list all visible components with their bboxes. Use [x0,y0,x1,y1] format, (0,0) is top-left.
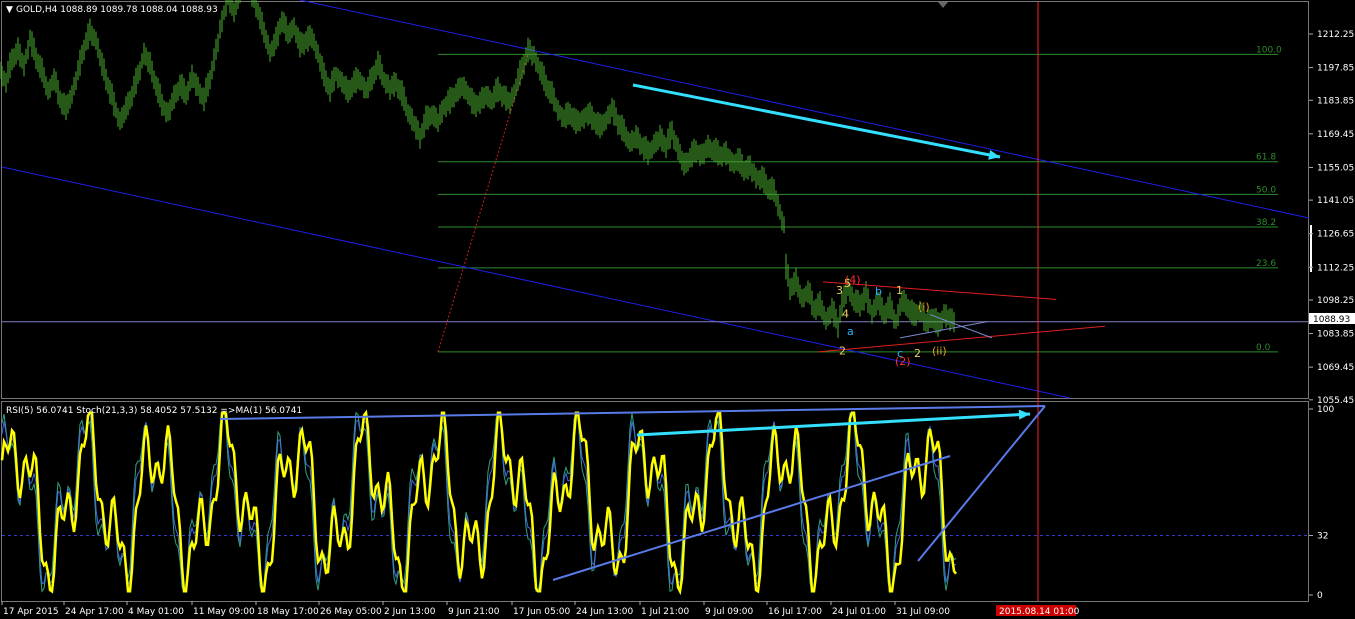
time-axis-label: 31 Jul 09:00 [896,607,950,617]
price-axis-label: 1112.25 [1317,263,1354,273]
time-axis-label: 9 Jul 09:00 [705,607,754,617]
price-target-arrow [632,83,1001,159]
price-axis-label: 1069.45 [1317,363,1354,373]
fib-level-label: 50.0 [1256,185,1276,195]
wave-label: (ii) [932,345,947,358]
wave-label: (2) [895,355,911,368]
time-axis-label: 17 Jun 05:00 [513,607,570,617]
fib-level-label: 38.2 [1256,218,1276,228]
main-chart-frame [1,1,1309,399]
vline-time-label: 2015.08.14 01:00 [999,607,1080,617]
indicator-frame [1,401,1309,602]
wave-label: 4 [842,307,849,320]
indicator-layer [0,405,1309,596]
main-chart-title: GOLD,H4 1088.89 1089.78 1088.04 1088.93 [16,5,218,15]
indicator-steep-trendline [917,405,1046,562]
channel-upper-line [299,0,1310,219]
time-axis-label: 17 Apr 2015 [3,607,59,617]
minor-trend-line [929,314,993,339]
wave-label: b [875,285,882,298]
wave-label: 2 [914,347,921,360]
time-axis-label: 24 Apr 17:00 [65,607,124,617]
wave-label: 2 [839,345,846,358]
fib-level-label: 0.0 [1256,343,1271,353]
indicator-arrow [636,412,1031,437]
wave-label: (4) [845,274,861,287]
wave-label: a [847,325,854,338]
chart-shift-marker[interactable] [938,2,948,8]
price-axis-label: 1083.85 [1317,330,1354,340]
time-axis-label: 24 Jul 01:00 [832,607,886,617]
minor-trend-line [899,321,989,339]
time-axis-label: 18 May 17:00 [257,607,319,617]
menu-dropdown-icon[interactable]: ▼ [6,5,13,15]
current-price-label: 1088.93 [1313,315,1350,325]
indicator-title: RSI(5) 56.0741 Stoch(21,3,3) 58.4052 57.… [6,406,302,416]
main-chart-layer: 100.061.850.038.223.60.035(4)4a2b 1(i)c 2(… [0,0,1312,601]
price-axis-label: 1197.85 [1317,64,1354,74]
price-axis-label: 1212.25 [1317,30,1354,40]
rsi-line [0,409,958,596]
wave-label: 3 [836,284,843,297]
indicator-arrow-head [1018,409,1030,420]
indicator-axis-label: 0 [1317,591,1323,601]
time-axis-label: 16 Jul 17:00 [768,607,822,617]
time-axis-label: 9 Jun 21:00 [448,607,500,617]
time-axis-label: 24 Jun 13:00 [576,607,633,617]
fib-level-label: 23.6 [1256,259,1276,269]
fib-level-label: 100.0 [1256,45,1282,55]
wave-label: 1 [896,284,903,297]
fib-level-label: 61.8 [1256,153,1276,163]
time-axis-label: 11 May 09:00 [193,607,255,617]
price-axis-label: 1126.65 [1317,230,1354,240]
price-axis-label: 1098.25 [1317,296,1354,306]
price-axis-label: 1183.85 [1317,96,1354,106]
triangle-lower-line [817,325,1106,353]
price-axis-label: 1169.45 [1317,130,1354,140]
indicator-axis-label: 32 [1317,531,1328,541]
wave-label: (i) [918,300,930,313]
price-axis-label: 1141.05 [1317,196,1354,206]
time-axis-label: 2 Jun 13:00 [384,607,436,617]
time-axis-label: 1 Jul 21:00 [641,607,690,617]
indicator-rising-trendline [552,455,951,581]
time-axis-label: 26 May 05:00 [320,607,382,617]
price-axis-label: 1155.05 [1317,163,1354,173]
time-axis-label: 4 May 01:00 [128,607,184,617]
price-chart-canvas[interactable]: 100.061.850.038.223.60.035(4)4a2b 1(i)c 2(… [0,0,1355,619]
price-target-arrow-head [988,149,1000,160]
indicator-axis-label: 100 [1317,405,1334,415]
